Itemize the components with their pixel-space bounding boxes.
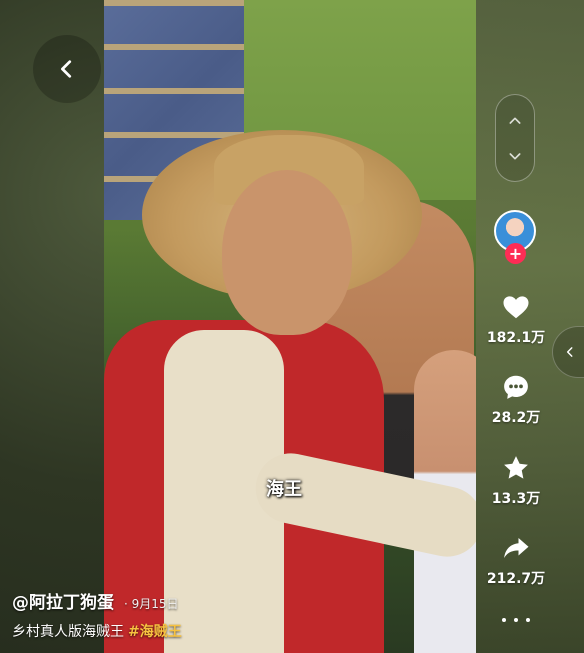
comment-count: 28.2万	[491, 410, 541, 426]
chevron-down-icon[interactable]	[507, 148, 523, 164]
follow-button[interactable]: +	[505, 243, 526, 264]
more-icon-dot	[514, 618, 518, 622]
video-player[interactable]	[104, 0, 476, 653]
back-button[interactable]	[33, 35, 101, 103]
video-nav-pill	[495, 94, 535, 182]
favorite-count: 13.3万	[491, 491, 541, 507]
more-icon-dot	[526, 618, 530, 622]
more-icon-dot	[502, 618, 506, 622]
star-icon	[504, 456, 528, 479]
chevron-left-icon	[566, 347, 573, 357]
post-date: · 9月15日	[124, 597, 179, 611]
video-caption: 乡村真人版海贼王	[12, 624, 124, 640]
like-button[interactable]: 182.1万	[478, 292, 554, 347]
like-count: 182.1万	[486, 330, 546, 346]
video-person-main-face	[222, 170, 352, 335]
comment-button[interactable]: 28.2万	[478, 372, 554, 427]
video-info: @阿拉丁狗蛋 · 9月15日 乡村真人版海贼王 #海贼王	[12, 588, 182, 641]
author-name[interactable]: @阿拉丁狗蛋	[12, 588, 114, 613]
share-button[interactable]: 212.7万	[478, 533, 554, 588]
chevron-left-icon	[61, 60, 72, 78]
comment-icon	[504, 375, 528, 399]
share-icon	[504, 538, 529, 558]
hashtag-link[interactable]: #海贼王	[128, 624, 182, 640]
share-count: 212.7万	[486, 571, 546, 587]
more-button[interactable]	[502, 612, 530, 628]
chevron-up-icon[interactable]	[507, 113, 523, 129]
video-subtitle: 海王	[266, 479, 302, 500]
heart-icon	[503, 296, 529, 319]
favorite-button[interactable]: 13.3万	[478, 453, 554, 508]
